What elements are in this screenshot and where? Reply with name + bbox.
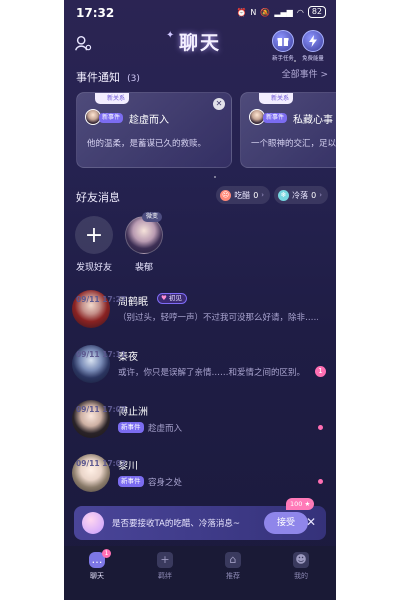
newbie-task-button[interactable]: 新手任务 [270, 30, 296, 62]
events-count: (3) [127, 74, 140, 84]
mascot-icon [82, 512, 104, 534]
tab-bond[interactable]: + 羁绊 [140, 552, 190, 581]
jealous-count: 0 [253, 190, 259, 200]
profile-icon: ☻ [293, 552, 309, 568]
unread-badge: 1 [315, 366, 326, 377]
chat-row[interactable]: 秦夜 09/11 17:11 或许，你只是误解了亲情……和爱情之间的区别。 1 [64, 345, 336, 397]
sparkle [214, 176, 216, 178]
signal-icon: ▂▄▆ [274, 7, 293, 17]
lightning-icon [302, 30, 324, 52]
friends-title: 好友消息 [76, 191, 120, 204]
message-permission-banner: 是否要接收TA的吃醋、冷落消息~ 接受 100 ★ [74, 498, 326, 540]
discover-friends-label: 发现好友 [75, 263, 112, 273]
gift-icon [272, 30, 294, 52]
chat-row[interactable]: 傅止洲 09/11 17:07 新事件 趁虚而入 [64, 400, 336, 452]
battery-indicator: 82 [307, 6, 326, 18]
jealous-filter[interactable]: ☹ 吃醋 0 › [216, 186, 271, 204]
newbie-task-label: 新手任务 [272, 55, 294, 62]
message-time: 09/11 17:07 [76, 459, 127, 468]
reward-badge: 100 ★ [286, 498, 315, 510]
relationship-tag: 新关系 [259, 93, 294, 104]
tab-profile[interactable]: ☻ 我的 [276, 552, 326, 581]
featured-friend-name: 裴郁 [134, 263, 153, 273]
discover-friends-button[interactable]: + 发现好友 [70, 216, 118, 273]
close-icon[interactable]: ✕ [306, 515, 316, 529]
event-card[interactable]: 新关系 新事件 趁虚而入 他的温柔，是蓄谋已久的救赎。 ✕ [76, 92, 232, 168]
status-time: 17:32 [76, 6, 115, 20]
page-title-area: ✦ 聊天 [160, 28, 240, 58]
tab-label: 推荐 [226, 572, 240, 580]
header: ✦ 聊天 新手任务 免费能量 [64, 26, 336, 62]
tab-label: 羁绊 [158, 572, 172, 580]
mute-icon: 🔕 [260, 7, 271, 17]
message-preview: 或许，你只是误解了亲情……和爱情之间的区别。 [118, 368, 306, 378]
featured-friend[interactable]: 微变 裴郁 [120, 212, 168, 273]
cold-filter[interactable]: ❄ 冷落 0 › [274, 186, 328, 204]
jealous-label: 吃醋 [234, 190, 251, 200]
status-icons: ⏰ N 🔕 ▂▄▆ ◠ 82 [236, 6, 326, 18]
view-all-events-link[interactable]: 全部事件 > [282, 67, 328, 80]
star-icon: ✦ [166, 30, 175, 41]
event-name: 私藏心事 [293, 115, 333, 126]
tab-chat[interactable]: … 1 聊天 [72, 549, 122, 581]
free-energy-button[interactable]: 免费能量 [300, 30, 326, 62]
phone-screen: 17:32 ⏰ N 🔕 ▂▄▆ ◠ 82 ✦ 聊天 新手任务 免费能量 事件通知… [64, 0, 336, 600]
new-event-badge: 新事件 [263, 113, 288, 123]
new-event-badge: 新事件 [118, 422, 144, 433]
unread-dot [318, 425, 323, 430]
page-title: 聊天 [178, 32, 221, 54]
tab-recommend[interactable]: ⌂ 推荐 [208, 552, 258, 581]
tab-label: 聊天 [90, 572, 104, 580]
accept-button[interactable]: 接受 [264, 512, 308, 534]
event-name: 容身之处 [148, 478, 183, 488]
status-badge: 微变 [142, 212, 163, 222]
tab-label: 我的 [294, 572, 308, 580]
cold-label: 冷落 [292, 190, 309, 200]
message-time: 09/11 17:27 [76, 295, 127, 304]
event-name: 趁虚而入 [148, 424, 183, 434]
chat-row[interactable]: 周鹤眠 ♥ 初见 09/11 17:27 （别过头，轻哼一声）不过我可没那么好请… [64, 290, 336, 342]
event-description: 一个眼神的交汇，足以让伪装瞬间瓦解。 [251, 139, 336, 149]
unread-dot [318, 479, 323, 484]
friends-header: 好友消息 ☹ 吃醋 0 › ❄ 冷落 0 › [76, 186, 328, 204]
message-time: 09/11 17:07 [76, 405, 127, 414]
free-energy-label: 免费能量 [302, 55, 324, 62]
events-header: 事件通知 (3) 全部事件 > [76, 66, 328, 84]
message-time: 09/11 17:11 [76, 350, 127, 359]
chevron-right-icon: › [319, 191, 322, 199]
chevron-right-icon: › [261, 191, 265, 199]
relationship-tag: 新关系 [95, 93, 130, 104]
event-card[interactable]: 新关系 新事件 私藏心事 一个眼神的交汇，足以让伪装瞬间瓦解。 [240, 92, 336, 168]
event-description: 他的温柔，是蓄谋已久的救赎。 [87, 139, 207, 149]
event-name: 趁虚而入 [129, 115, 169, 126]
cold-count: 0 [311, 190, 317, 200]
status-bar: 17:32 ⏰ N 🔕 ▂▄▆ ◠ 82 [64, 0, 336, 24]
message-preview: （别过头，轻哼一声）不过我可没那么好请，除非…… [118, 313, 318, 323]
close-icon[interactable]: ✕ [213, 98, 225, 110]
friend-filters: ☹ 吃醋 0 › ❄ 冷落 0 › [216, 186, 328, 204]
user-settings-icon[interactable] [74, 34, 92, 52]
wifi-icon: ◠ [296, 7, 304, 17]
bottom-tab-bar: … 1 聊天 + 羁绊 ⌂ 推荐 ☻ 我的 [64, 546, 336, 600]
new-event-badge: 新事件 [99, 113, 124, 123]
banner-text: 是否要接收TA的吃醋、冷落消息~ [112, 519, 240, 529]
cold-icon: ❄ [278, 189, 290, 201]
recommend-icon: ⌂ [225, 552, 241, 568]
bond-icon: + [157, 552, 173, 568]
alarm-icon: ⏰ [236, 7, 247, 17]
nfc-icon: N [250, 7, 257, 17]
jealous-icon: ☹ [220, 189, 232, 201]
tab-badge: 1 [102, 549, 111, 558]
events-title: 事件通知 [76, 71, 120, 84]
new-event-badge: 新事件 [118, 476, 144, 487]
plus-icon: + [75, 216, 113, 254]
